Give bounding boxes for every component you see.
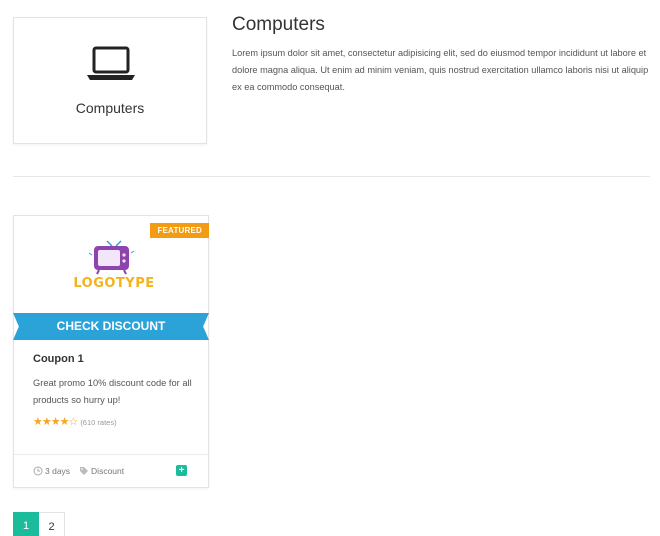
category-title: Computers [232,14,325,35]
section-divider [13,176,650,177]
page-1-button[interactable]: 1 [13,512,39,536]
coupon-logo[interactable]: LOGOTYPE [69,236,159,296]
tag[interactable]: Discount [79,466,124,476]
tv-icon [88,240,135,275]
page-2-button[interactable]: 2 [39,512,65,536]
coupon-category-page: Computers Computers Lorem ipsum dolor si… [0,0,660,536]
check-discount-button[interactable]: CHECK DISCOUNT [13,313,209,340]
clock-icon [33,466,43,476]
coupon-card: FEATURED LOGOTYPE CHECK DISCOUNT Coupon … [13,215,209,488]
logotype-text: LOGOTYPE [73,276,155,291]
coupon-body: Coupon 1 Great promo 10% discount code f… [33,353,193,428]
star-rating: ★★★★☆ (610 rates) [33,415,193,428]
laptop-icon [87,46,135,80]
expiry-text: 3 days [45,466,71,476]
featured-badge: FEATURED [150,223,209,238]
tag-icon [80,467,89,475]
category-card-label: Computers [75,100,145,116]
tag-text: Discount [91,466,125,476]
rating-count: (610 rates) [80,418,117,427]
add-button[interactable]: + [176,465,187,476]
pagination: 1 2 [13,512,65,536]
coupon-footer: 3 days Discount + [14,454,208,489]
coupon-title[interactable]: Coupon 1 [33,353,193,365]
expiry: 3 days [33,466,70,476]
category-card[interactable]: Computers [13,17,207,144]
coupon-description: Great promo 10% discount code for all pr… [33,378,192,405]
category-description: Lorem ipsum dolor sit amet, consectetur … [232,48,649,92]
rating-stars-icon: ★★★★☆ [33,416,78,428]
